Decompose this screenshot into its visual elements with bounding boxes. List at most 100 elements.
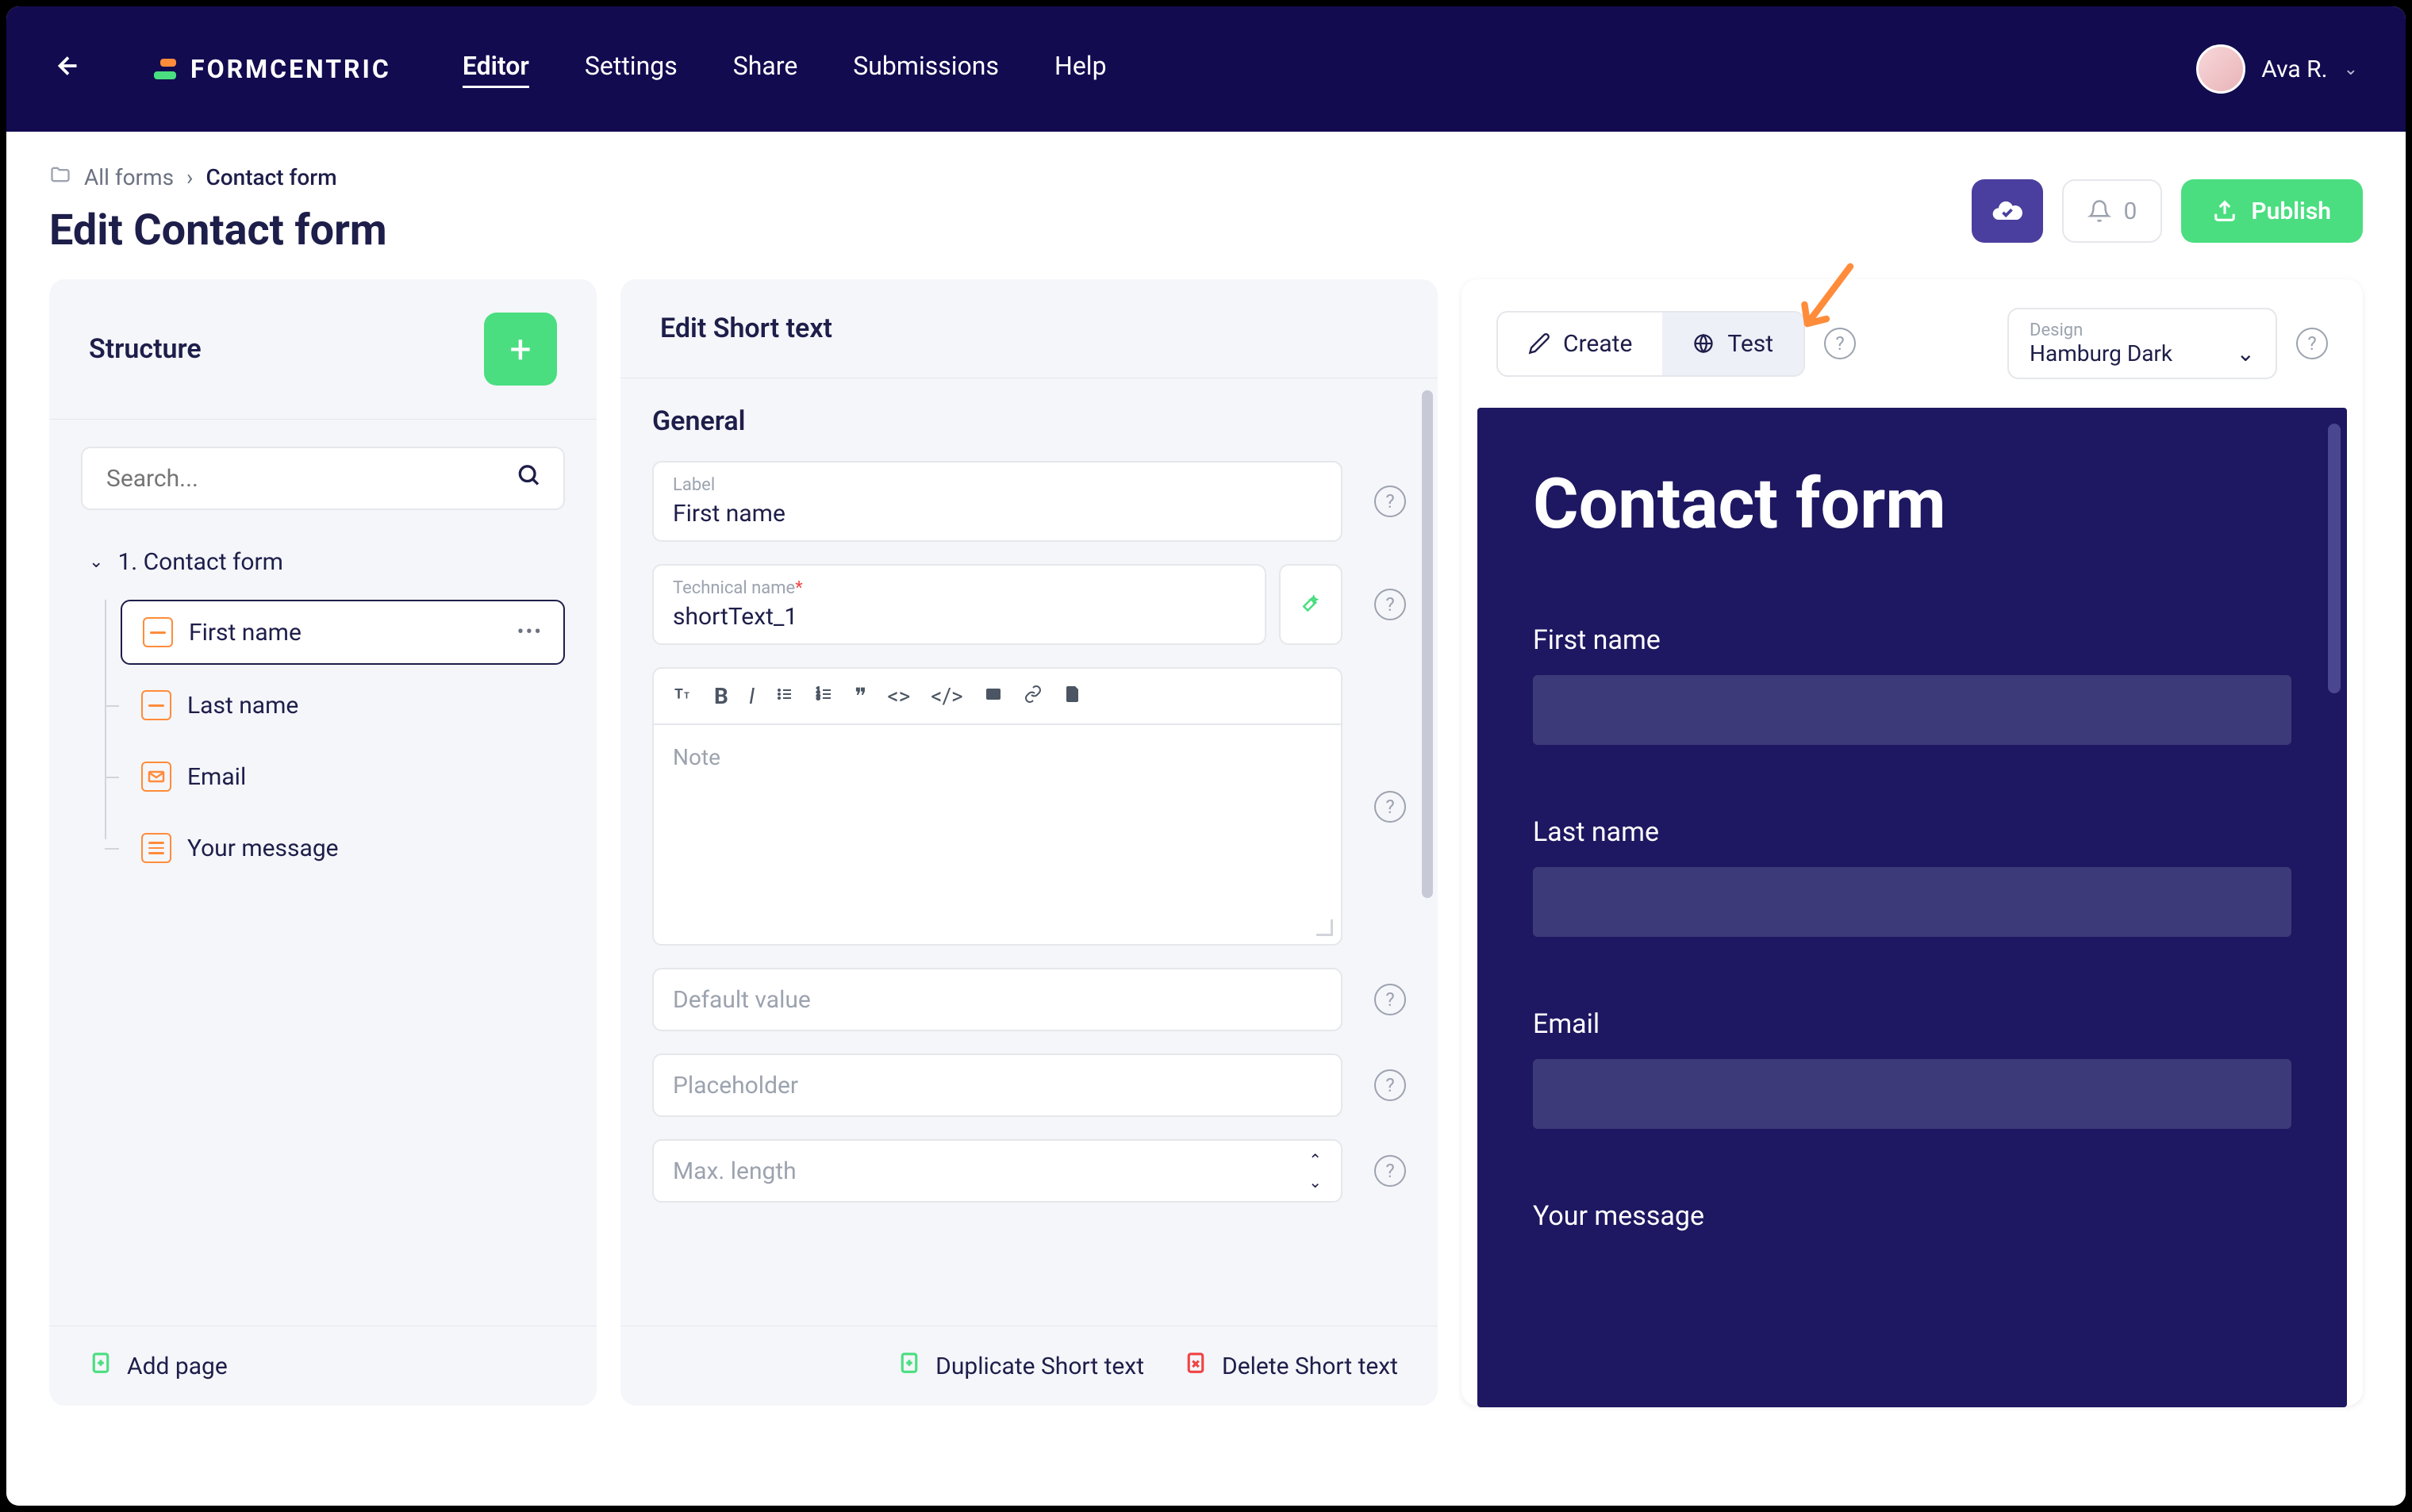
editor-title: Edit Short text [660,313,832,344]
preview-last-name-input[interactable] [1533,867,2291,937]
add-field-button[interactable]: + [484,313,557,386]
preview-form-title: Contact form [1533,463,2291,545]
page-title: Edit Contact form [49,205,387,255]
tree-field-email[interactable]: Email [121,746,565,808]
delete-button[interactable]: Delete Short text [1184,1350,1398,1382]
tree-field-label: First name [189,619,302,647]
scrollbar[interactable] [1422,390,1433,898]
add-page-icon [89,1350,113,1382]
help-icon[interactable]: ? [1374,791,1406,823]
short-text-icon [141,690,171,720]
max-length-input[interactable] [673,1157,1308,1185]
bold-icon[interactable]: B [714,683,728,709]
help-icon[interactable]: ? [1374,1069,1406,1101]
technical-name-input[interactable] [673,603,1246,631]
tree-field-first-name[interactable]: First name ••• [121,600,565,665]
quote-icon[interactable]: ❞ [855,683,866,709]
preview-first-name-input[interactable] [1533,675,2291,745]
more-icon[interactable]: ••• [517,620,543,644]
preview-field-label: Email [1533,1008,2291,1040]
nav-help[interactable]: Help [1054,51,1107,88]
top-navigation: FORMCENTRIC Editor Settings Share Submis… [6,6,2406,132]
create-label: Create [1563,330,1632,358]
number-spinner[interactable]: ⌃⌄ [1308,1150,1322,1192]
duplicate-label: Duplicate Short text [935,1353,1144,1380]
tree-root-item[interactable]: ⌄ 1. Contact form [81,534,565,590]
magic-wand-button[interactable] [1279,564,1342,645]
add-page-button[interactable]: Add page [89,1350,228,1382]
label-field-label: Label [673,475,1322,495]
user-menu[interactable]: Ava R. ⌄ [2196,44,2358,94]
nav-share[interactable]: Share [733,51,798,88]
nav-submissions[interactable]: Submissions [853,51,999,88]
publish-label: Publish [2251,198,2331,225]
breadcrumb: All forms › Contact form [49,163,387,191]
preview-field-label: First name [1533,624,2291,656]
notifications-button[interactable]: 0 [2062,179,2163,243]
save-status-button[interactable] [1972,179,2043,243]
design-selector[interactable]: Design Hamburg Dark ⌄ [2007,308,2277,379]
placeholder-input[interactable] [673,1072,1322,1099]
breadcrumb-current: Contact form [205,164,336,190]
breadcrumb-root[interactable]: All forms [84,164,174,190]
code-block-icon[interactable]: </> [931,683,962,709]
tree-field-label: Email [187,763,246,791]
create-tab[interactable]: Create [1498,313,1662,375]
svg-text:T: T [684,691,689,701]
email-icon [141,762,171,792]
caret-down-icon: ⌄ [89,552,103,572]
font-size-icon[interactable]: TT [673,683,693,709]
preview-field-label: Last name [1533,816,2291,848]
code-icon[interactable]: <> [887,683,910,709]
back-button[interactable] [54,50,83,89]
editor-panel: Edit Short text General Label ? [620,279,1438,1406]
scrollbar[interactable] [2328,424,2341,693]
duplicate-button[interactable]: Duplicate Short text [897,1350,1144,1382]
svg-text:T: T [674,687,683,703]
label-field-input[interactable] [673,500,1322,528]
italic-icon[interactable]: I [749,683,755,709]
publish-button[interactable]: Publish [2181,179,2363,243]
form-preview: Contact form First name Last name Email [1477,408,2347,1407]
design-value: Hamburg Dark [2030,340,2172,366]
link-icon[interactable] [1024,683,1043,709]
tree-field-your-message[interactable]: Your message [121,817,565,879]
default-value-input[interactable] [673,986,1322,1014]
delete-icon [1184,1350,1208,1382]
tree-field-last-name[interactable]: Last name [121,674,565,736]
design-label: Design [2030,320,2255,340]
textarea-icon [141,833,171,863]
tree-root-label: 1. Contact form [117,548,283,576]
nav-links: Editor Settings Share Submissions Help [463,51,1107,88]
help-icon[interactable]: ? [2296,328,2328,359]
pdf-icon[interactable] [1063,683,1082,709]
help-icon[interactable]: ? [1374,589,1406,620]
short-text-icon [143,617,173,647]
nav-settings[interactable]: Settings [585,51,678,88]
preview-email-input[interactable] [1533,1059,2291,1129]
logo-icon [154,59,176,79]
folder-icon [49,163,71,191]
rte-toolbar: TT B I 123 ❞ <> </> [652,667,1342,723]
help-icon[interactable]: ? [1824,328,1856,359]
svg-text:3: 3 [816,694,820,701]
help-icon[interactable]: ? [1374,1155,1406,1187]
search-icon[interactable] [516,462,541,495]
preview-field-label: Your message [1533,1200,2291,1232]
duplicate-icon [897,1350,921,1382]
bullet-list-icon[interactable] [775,683,794,709]
brand-logo[interactable]: FORMCENTRIC [154,54,391,84]
test-label: Test [1727,330,1773,358]
note-textarea[interactable]: Note [652,723,1342,946]
search-input[interactable] [81,447,565,510]
numbered-list-icon[interactable]: 123 [815,683,834,709]
test-tab[interactable]: Test [1662,313,1803,375]
nav-editor[interactable]: Editor [463,51,529,88]
tree-field-label: Your message [187,835,339,862]
help-icon[interactable]: ? [1374,485,1406,517]
notifications-count: 0 [2124,198,2137,225]
avatar [2196,44,2245,94]
technical-name-label: Technical name* [673,578,1246,598]
help-icon[interactable]: ? [1374,984,1406,1015]
image-icon[interactable] [984,683,1003,709]
